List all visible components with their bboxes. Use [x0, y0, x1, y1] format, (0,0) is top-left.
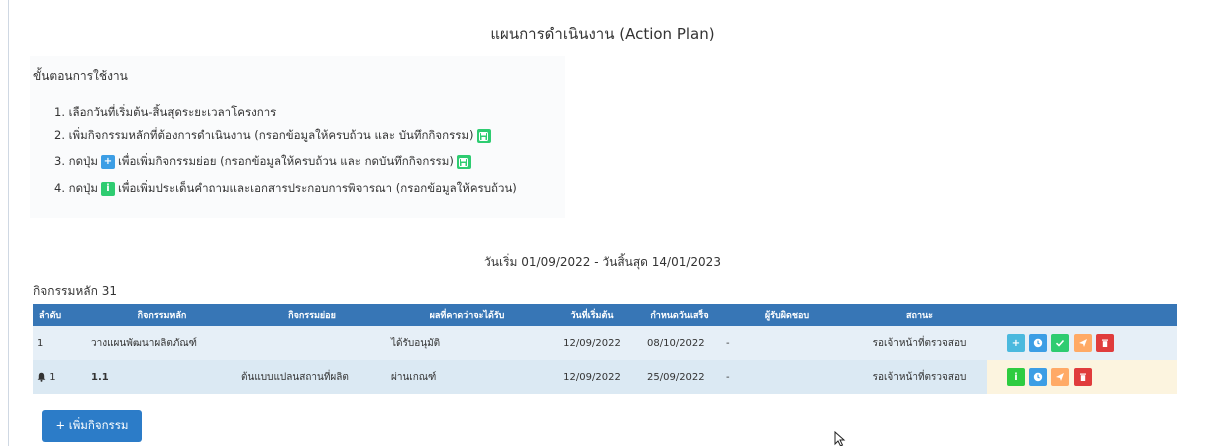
col-header-due-date: กำหนดวันเสร็จ: [637, 304, 722, 326]
history-button[interactable]: [1029, 368, 1048, 386]
floppy-disk-icon: [456, 155, 471, 169]
instruction-step-3: 3. กดปุ่ม + เพื่อเพิ่มกิจกรรมย่อย (กรอกข…: [54, 153, 474, 171]
table-row: 1 วางแผนพัฒนาผลิตภัณฑ์ ได้รับอนุมัติ 12/…: [33, 326, 1177, 360]
cell-start-date: 12/09/2022: [547, 360, 637, 394]
delete-button[interactable]: [1073, 368, 1092, 386]
cell-expected-result: ผ่านเกณฑ์: [387, 360, 547, 394]
cell-owner: -: [722, 360, 852, 394]
clock-icon: [1033, 372, 1043, 382]
step-4-suffix: เพื่อเพิ่มประเด็นคำถามและเอกสารประกอบการ…: [117, 181, 517, 195]
trash-icon: [1101, 339, 1108, 347]
mouse-cursor-icon: [834, 431, 846, 446]
row-actions: +: [987, 326, 1177, 360]
cell-no: 1: [33, 326, 87, 360]
cell-owner: -: [722, 326, 852, 360]
cell-status: รอเจ้าหน้าที่ตรวจสอบ: [852, 360, 987, 394]
add-sub-activity-button[interactable]: +: [1007, 334, 1025, 352]
bell-icon: [37, 372, 46, 382]
instruction-step-4: 4. กดปุ่ม i เพื่อเพิ่มประเด็นคำถามและเอก…: [54, 180, 517, 198]
col-header-owner: ผู้รับผิดชอบ: [722, 304, 852, 326]
info-icon: i: [100, 182, 115, 196]
table-header-row: ลำดับ กิจกรรมหลัก กิจกรรมย่อย ผลที่คาดว่…: [33, 304, 1177, 326]
send-button[interactable]: [1073, 334, 1092, 352]
add-activity-button[interactable]: + เพิ่มกิจกรรม: [42, 410, 142, 442]
project-date-range: วันเริ่ม 01/09/2022 - วันสิ้นสุด 14/01/2…: [484, 255, 721, 269]
cell-due-date: 25/09/2022: [637, 360, 722, 394]
cell-main-activity: วางแผนพัฒนาผลิตภัณฑ์: [87, 326, 237, 360]
step-2-text: 2. เพิ่มกิจกรรมหลักที่ต้องการดำเนินงาน (…: [54, 128, 474, 142]
delete-button[interactable]: [1095, 334, 1114, 352]
col-header-actions: [987, 304, 1177, 326]
cell-due-date: 08/10/2022: [637, 326, 722, 360]
col-header-no: ลำดับ: [33, 304, 87, 326]
trash-icon: [1079, 373, 1086, 381]
cell-status: รอเจ้าหน้าที่ตรวจสอบ: [852, 326, 987, 360]
page-title: แผนการดำเนินงาน (Action Plan): [490, 25, 715, 43]
add-question-button[interactable]: i: [1007, 368, 1025, 386]
action-plan-table: ลำดับ กิจกรรมหลัก กิจกรรมย่อย ผลที่คาดว่…: [33, 304, 1177, 394]
clock-icon: [1033, 338, 1043, 348]
step-3-prefix: 3. กดปุ่ม: [54, 154, 98, 168]
history-button[interactable]: [1029, 334, 1048, 352]
cell-no: 1: [33, 360, 87, 394]
approve-button[interactable]: [1051, 334, 1070, 352]
cell-expected-result: ได้รับอนุมัติ: [387, 326, 547, 360]
paper-plane-icon: [1056, 373, 1065, 381]
floppy-disk-icon: [476, 129, 491, 143]
cell-main-activity: 1.1: [87, 360, 237, 394]
step-4-prefix: 4. กดปุ่ม: [54, 181, 98, 195]
col-header-start-date: วันที่เริ่มต้น: [547, 304, 637, 326]
check-icon: [1056, 339, 1065, 347]
left-border: [8, 0, 9, 446]
instructions-heading: ขั้นตอนการใช้งาน: [33, 69, 128, 83]
cell-sub-activity: [237, 326, 387, 360]
send-button[interactable]: [1051, 368, 1070, 386]
row-actions: i: [987, 360, 1177, 394]
plus-icon: +: [100, 155, 115, 169]
instruction-step-1: 1. เลือกวันที่เริ่มต้น-สิ้นสุดระยะเวลาโค…: [54, 104, 276, 122]
col-header-expected-result: ผลที่คาดว่าจะได้รับ: [387, 304, 547, 326]
instruction-step-2: 2. เพิ่มกิจกรรมหลักที่ต้องการดำเนินงาน (…: [54, 127, 494, 145]
paper-plane-icon: [1078, 339, 1087, 347]
row-number: 1: [49, 371, 56, 383]
col-header-status: สถานะ: [852, 304, 987, 326]
cell-start-date: 12/09/2022: [547, 326, 637, 360]
cell-sub-activity: ต้นแบบแปลนสถานที่ผลิต: [237, 360, 387, 394]
col-header-sub-activity: กิจกรรมย่อย: [237, 304, 387, 326]
step-1-text: 1. เลือกวันที่เริ่มต้น-สิ้นสุดระยะเวลาโค…: [54, 105, 277, 119]
step-3-suffix: เพื่อเพิ่มกิจกรรมย่อย (กรอกข้อมูลให้ครบถ…: [117, 154, 454, 168]
table-row: 1 1.1 ต้นแบบแปลนสถานที่ผลิต ผ่านเกณฑ์ 12…: [33, 360, 1177, 394]
main-activity-count: กิจกรรมหลัก 31: [33, 284, 117, 298]
col-header-main-activity: กิจกรรมหลัก: [87, 304, 237, 326]
